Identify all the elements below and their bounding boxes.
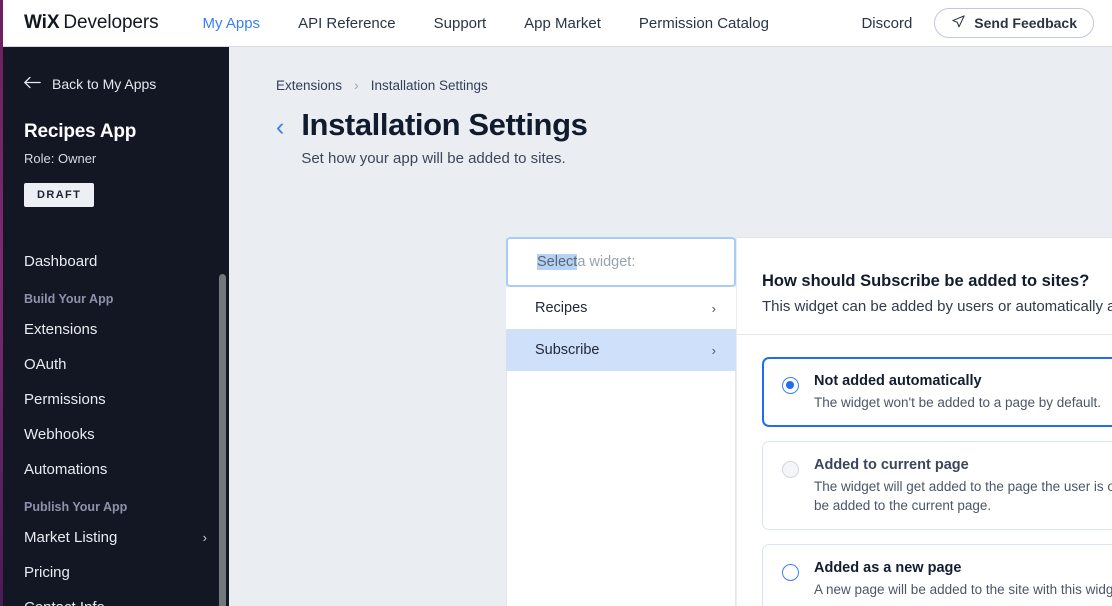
sidebar-item-label: Extensions	[24, 321, 98, 338]
top-header: WiX Developers My Apps API Reference Sup…	[0, 0, 1112, 46]
widget-item-label: Recipes	[535, 300, 588, 316]
chevron-right-icon: ›	[711, 342, 716, 358]
option-text: Added as a new page A new page will be a…	[814, 559, 1112, 599]
sidebar-item-contact-info[interactable]: Contact Info	[0, 590, 229, 606]
breadcrumb: Extensions › Installation Settings	[276, 77, 1112, 93]
sidebar-item-label: Dashboard	[24, 253, 98, 270]
sidebar-section-build-your-app: Build Your App	[24, 292, 114, 306]
sidebar-item-oauth[interactable]: OAuth	[0, 347, 229, 382]
sidebar-item-label: Pricing	[24, 564, 70, 581]
option-text: Not added automatically The widget won't…	[814, 372, 1101, 412]
widget-search-selected-text: Select	[537, 254, 578, 270]
nav-item-my-apps[interactable]: My Apps	[203, 15, 261, 32]
nav-item-app-market[interactable]: App Market	[524, 15, 601, 32]
radio-button-icon[interactable]	[782, 461, 799, 479]
logo-developers-text: Developers	[63, 12, 159, 33]
app-root: WiX Developers My Apps API Reference Sup…	[0, 0, 1112, 606]
chevron-right-icon: ›	[202, 530, 207, 545]
option-text: Added to current page The widget will ge…	[814, 456, 1112, 515]
app-sidebar: Back to My Apps Recipes App Role: Owner …	[0, 46, 229, 606]
content-area: Extensions › Installation Settings ‹ Ins…	[229, 46, 1112, 606]
option-description: The widget will get added to the page th…	[814, 479, 1112, 514]
nav-item-discord[interactable]: Discord	[861, 15, 912, 32]
option-added-to-current-page[interactable]: Added to current page The widget will ge…	[762, 441, 1112, 531]
chevron-right-icon: ›	[354, 77, 359, 93]
primary-navigation: My Apps API Reference Support App Market…	[203, 15, 769, 32]
chevron-left-icon[interactable]: ‹	[276, 115, 284, 140]
page-header: ‹ Installation Settings Set how your app…	[276, 107, 1112, 167]
widget-item-label: Subscribe	[535, 342, 600, 358]
widget-list-item-recipes[interactable]: Recipes ›	[506, 287, 736, 329]
send-feedback-label: Send Feedback	[974, 15, 1077, 31]
sidebar-item-label: Automations	[24, 461, 108, 478]
page-title-block: Installation Settings Set how your app w…	[301, 107, 588, 167]
sidebar-item-pricing[interactable]: Pricing	[0, 555, 229, 590]
sidebar-item-automations[interactable]: Automations	[0, 452, 229, 487]
header-right-actions: Discord Send Feedback	[861, 0, 1094, 46]
option-added-as-new-page[interactable]: Added as a new page A new page will be a…	[762, 544, 1112, 606]
back-to-my-apps-label: Back to My Apps	[52, 76, 157, 92]
sidebar-app-role: Role: Owner	[24, 151, 97, 166]
breadcrumb-parent[interactable]: Extensions	[276, 78, 342, 93]
installation-settings-card: How should Subscribe be added to sites? …	[737, 237, 1112, 606]
status-badge: DRAFT	[24, 183, 95, 207]
option-title: Added to current page	[814, 457, 969, 474]
brand-accent-stripe	[0, 0, 3, 606]
widget-list-item-subscribe[interactable]: Subscribe ›	[506, 329, 736, 371]
widget-search-rest-text: a widget:	[577, 254, 636, 270]
sidebar-scrollbar-thumb[interactable]	[219, 274, 226, 606]
sidebar-item-label: Webhooks	[24, 426, 95, 443]
breadcrumb-current: Installation Settings	[370, 77, 488, 93]
sidebar-item-label: Permissions	[24, 391, 106, 408]
card-heading: How should Subscribe be added to sites?	[762, 272, 1090, 290]
option-description: The widget won't be added to a page by d…	[814, 395, 1102, 410]
sidebar-section-publish-your-app: Publish Your App	[24, 500, 128, 514]
arrow-left-icon	[24, 76, 41, 92]
sidebar-item-webhooks[interactable]: Webhooks	[0, 417, 229, 452]
nav-item-permission-catalog[interactable]: Permission Catalog	[639, 15, 769, 32]
sidebar-app-name: Recipes App	[24, 121, 137, 142]
page-title: Installation Settings	[301, 107, 588, 142]
send-feedback-button[interactable]: Send Feedback	[934, 8, 1094, 38]
card-header: How should Subscribe be added to sites? …	[737, 238, 1112, 315]
card-description: This widget can be added by users or aut…	[762, 298, 1112, 315]
widget-search-input[interactable]: Select a widget:	[506, 237, 736, 287]
chevron-right-icon: ›	[711, 300, 716, 316]
nav-item-support[interactable]: Support	[434, 15, 487, 32]
sidebar-item-market-listing[interactable]: Market Listing ›	[0, 520, 229, 555]
option-description: A new page will be added to the site wit…	[814, 582, 1112, 598]
sidebar-item-extensions[interactable]: Extensions	[0, 312, 229, 347]
back-to-my-apps-link[interactable]: Back to My Apps	[24, 76, 229, 92]
sidebar-item-dashboard[interactable]: Dashboard	[0, 244, 229, 279]
installation-options-group: Not added automatically The widget won't…	[737, 335, 1112, 606]
wix-developers-logo[interactable]: WiX Developers	[24, 12, 159, 34]
sidebar-navigation: Dashboard Build Your App Extensions OAut…	[0, 244, 229, 606]
sidebar-item-label: Contact Info	[24, 599, 105, 606]
logo-wix-text: WiX	[24, 12, 60, 33]
sidebar-item-label: Market Listing	[24, 529, 118, 546]
card-description-text: This widget can be added by users or aut…	[762, 298, 1112, 315]
page-subtitle: Set how your app will be added to sites.	[301, 150, 566, 167]
sidebar-item-label: OAuth	[24, 356, 67, 373]
send-plane-icon	[951, 14, 966, 32]
radio-button-icon[interactable]	[782, 377, 799, 394]
option-title: Not added automatically	[814, 373, 982, 389]
nav-item-api-reference[interactable]: API Reference	[298, 15, 396, 32]
option-not-added-automatically[interactable]: Not added automatically The widget won't…	[762, 357, 1112, 428]
sidebar-item-permissions[interactable]: Permissions	[0, 382, 229, 417]
radio-button-icon[interactable]	[782, 564, 799, 582]
option-title: Added as a new page	[814, 560, 962, 577]
